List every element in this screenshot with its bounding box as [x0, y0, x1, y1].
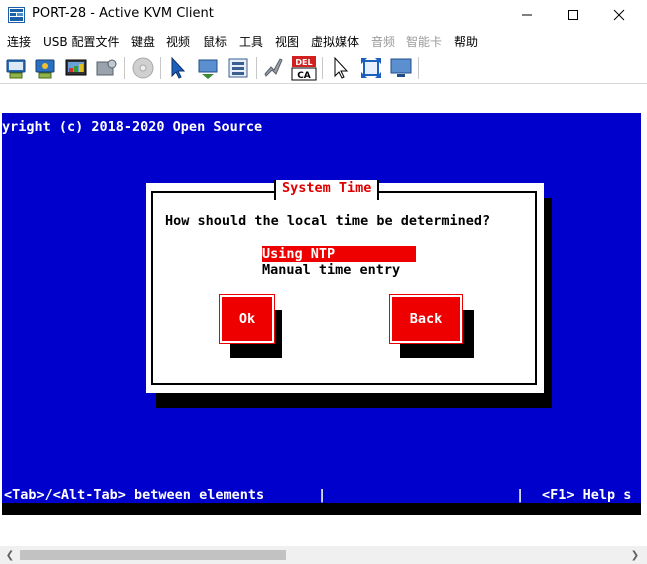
horizontal-scrollbar[interactable]: ❮ ❯ [0, 546, 647, 564]
menu-video[interactable]: 视频 [166, 33, 190, 50]
screen-capture-icon [390, 58, 412, 77]
back-button[interactable]: Back [389, 294, 463, 344]
menu-connection[interactable]: 连接 [7, 33, 31, 50]
toolbar-separator [124, 57, 125, 79]
toolbar-separator [256, 57, 257, 79]
menu-virtual-media[interactable]: 虚拟媒体 [311, 33, 359, 50]
footer-hint-left: <Tab>/<Alt-Tab> between elements [4, 487, 265, 503]
toolbar-separator [160, 57, 161, 79]
display-list-icon [228, 58, 248, 78]
console-copyright-line: yright (c) 2018-2020 Open Source [2, 119, 263, 135]
kvm-app-icon [8, 7, 25, 23]
sync-mouse-icon [198, 59, 218, 79]
chevron-left-icon: ❮ [5, 549, 15, 561]
video-settings-icon [65, 59, 87, 76]
menu-tools[interactable]: 工具 [239, 33, 263, 50]
keyboard-settings-button[interactable] [4, 55, 30, 81]
display-list-button[interactable] [225, 55, 251, 81]
keyboard-settings-icon [6, 59, 26, 79]
dialog-question: How should the local time be determined? [165, 213, 491, 229]
mouse-settings-button[interactable] [33, 55, 59, 81]
footer-separator-1: | [318, 487, 327, 503]
maximize-icon [568, 10, 578, 20]
menu-usb-profile[interactable]: USB 配置文件 [43, 33, 119, 50]
menu-audio[interactable]: 音频 [371, 33, 395, 50]
console-bottom-band [2, 503, 641, 515]
minimize-icon [522, 14, 532, 16]
menu-bar: 连接 USB 配置文件 键盘 视频 鼠标 工具 视图 虚拟媒体 音频 智能卡 帮… [0, 30, 647, 52]
select-cursor-button[interactable] [328, 55, 354, 81]
window-title: PORT-28 - Active KVM Client [32, 6, 214, 21]
fullscreen-icon [361, 58, 381, 78]
svg-text:CA: CA [297, 71, 311, 81]
svg-text:DEL: DEL [295, 58, 312, 67]
sync-mouse-button[interactable] [195, 55, 221, 81]
disk-settings-icon [96, 59, 117, 76]
disk-settings-button[interactable] [93, 55, 119, 81]
minimize-button[interactable] [504, 0, 550, 30]
mouse-settings-icon [35, 59, 55, 79]
title-bar: PORT-28 - Active KVM Client [0, 0, 647, 30]
menu-view[interactable]: 视图 [275, 33, 299, 50]
footer-hint-right: <F1> Help s [542, 487, 632, 503]
menu-help[interactable]: 帮助 [454, 33, 478, 50]
video-settings-button[interactable] [63, 55, 89, 81]
option-manual-time-entry[interactable]: Manual time entry [262, 262, 416, 278]
scrollbar-thumb[interactable] [20, 550, 286, 560]
close-button[interactable] [596, 0, 642, 30]
audio-disc-icon [132, 57, 154, 79]
scroll-right-button[interactable]: ❯ [627, 547, 643, 563]
menu-mouse[interactable]: 鼠标 [203, 33, 227, 50]
menu-smart-card[interactable]: 智能卡 [406, 33, 442, 50]
cursor-arrow-icon [171, 56, 186, 79]
pointer-mode-button[interactable] [166, 55, 192, 81]
close-icon [613, 9, 625, 21]
audio-button[interactable] [130, 55, 156, 81]
toolbar-separator [322, 57, 323, 79]
footer-separator-2: | [516, 487, 525, 503]
ctrl-alt-del-icon: DEL CA [291, 56, 317, 81]
disconnect-button[interactable] [261, 55, 287, 81]
back-button-label: Back [409, 311, 443, 327]
system-time-dialog: System Time How should the local time be… [146, 180, 544, 393]
plug-icon [264, 58, 283, 77]
ctrl-alt-del-button[interactable]: DEL CA [291, 55, 317, 81]
ok-button[interactable]: Ok [219, 294, 275, 344]
dialog-title: System Time [274, 180, 380, 200]
cursor-outline-icon [334, 56, 349, 79]
ok-button-label: Ok [238, 311, 256, 327]
scroll-left-button[interactable]: ❮ [2, 547, 18, 563]
remote-console-screen[interactable]: ▀▀▀▀▀ ▀▀ ▀▀▀ ▀▀ ▀▀▀▀▀▀ ▀▀▀▀▀ ▀▀▀▀▀▀ ▀▀▀▀… [2, 113, 641, 515]
option-using-ntp[interactable]: Using NTP [262, 246, 416, 262]
screenshot-button[interactable] [388, 55, 414, 81]
toolbar: DEL CA [0, 52, 647, 84]
chevron-right-icon: ❯ [630, 549, 640, 561]
maximize-button[interactable] [550, 0, 596, 30]
toolbar-separator [418, 57, 419, 79]
menu-keyboard[interactable]: 键盘 [131, 33, 155, 50]
fullscreen-button[interactable] [358, 55, 384, 81]
